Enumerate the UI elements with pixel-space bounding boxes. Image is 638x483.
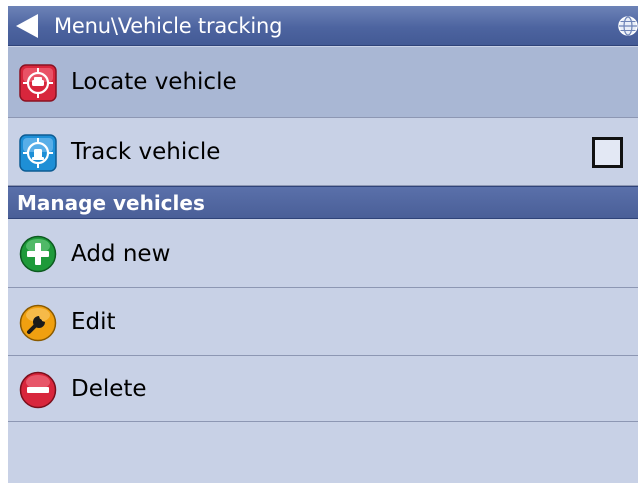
edit-label: Edit [71,309,116,335]
menu-item-delete[interactable]: Delete [8,357,638,422]
track-vehicle-checkbox[interactable] [592,137,623,168]
section-title: Manage vehicles [17,191,205,215]
menu-item-track-vehicle[interactable]: Track vehicle [8,119,638,186]
menu-item-edit[interactable]: Edit [8,289,638,356]
track-vehicle-label: Track vehicle [71,139,221,165]
title-bar: Menu\Vehicle tracking [8,6,638,46]
add-new-label: Add new [71,241,171,267]
locate-vehicle-label: Locate vehicle [71,69,237,95]
globe-icon [618,16,638,36]
back-button[interactable] [10,10,46,42]
track-vehicle-icon [19,134,57,172]
vehicle-tracking-screen: Menu\Vehicle tracking Locate vehicle Tra… [8,6,638,483]
wrench-icon [19,304,57,342]
back-arrow-icon [16,14,38,38]
section-header-manage-vehicles: Manage vehicles [8,186,638,219]
menu-item-add-new[interactable]: Add new [8,220,638,288]
plus-icon [19,235,57,273]
globe-button[interactable] [618,16,638,36]
page-title: Menu\Vehicle tracking [54,14,283,38]
menu-item-locate-vehicle[interactable]: Locate vehicle [8,47,638,118]
locate-vehicle-icon [19,64,57,102]
minus-icon [19,371,57,409]
delete-label: Delete [71,376,147,402]
